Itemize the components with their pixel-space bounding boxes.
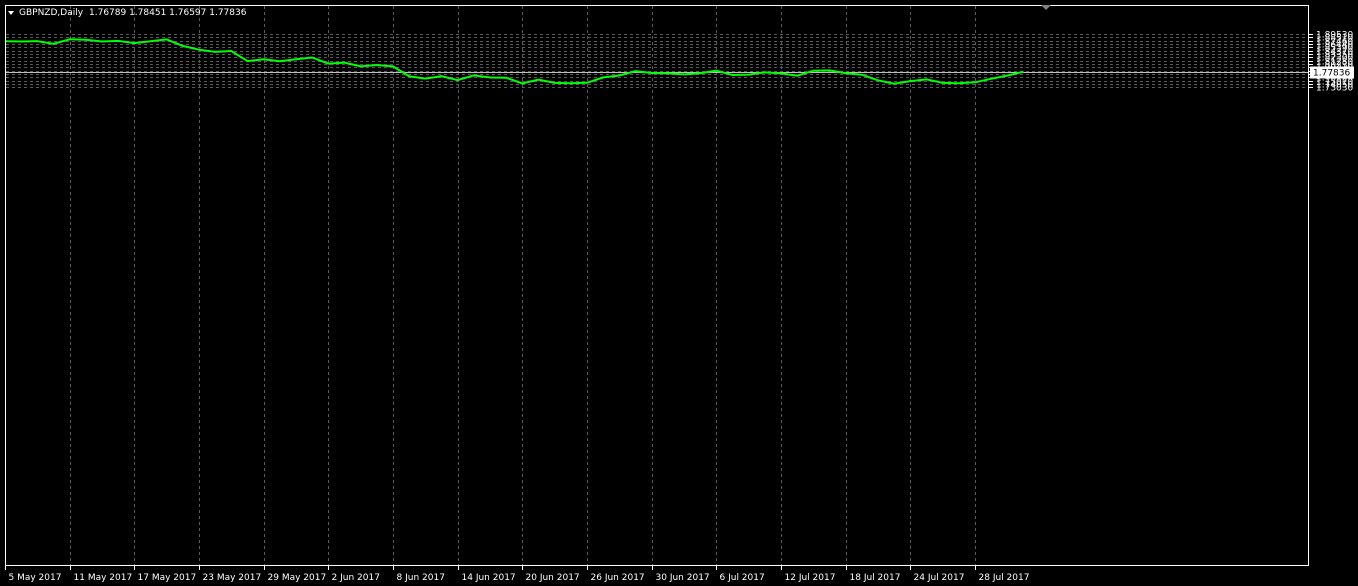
x-tick-label: 29 May 2017 bbox=[268, 573, 327, 583]
ohlc-values: 1.76789 1.78451 1.76597 1.77836 bbox=[89, 8, 247, 18]
chart-header: GBPNZD,Daily 1.76789 1.78451 1.76597 1.7… bbox=[8, 5, 1051, 18]
price-chart[interactable]: 1.895301.885101.874601.864401.853901.843… bbox=[0, 0, 1358, 586]
x-tick-label: 23 May 2017 bbox=[203, 573, 262, 583]
chart-menu-triangle-icon[interactable] bbox=[8, 11, 14, 15]
x-tick-label: 6 Jul 2017 bbox=[720, 573, 765, 583]
symbol-timeframe-label: GBPNZD,Daily bbox=[19, 8, 84, 18]
x-tick-label: 11 May 2017 bbox=[74, 573, 133, 583]
x-axis[interactable]: 5 May 2017 11 May 2017 17 May 2017 23 May 2… bbox=[5, 566, 1030, 583]
current-price-label: 1.77836 bbox=[1313, 69, 1350, 79]
x-tick-label: 18 Jul 2017 bbox=[850, 573, 901, 583]
plot-border bbox=[5, 5, 1309, 566]
x-tick-label: 12 Jul 2017 bbox=[785, 573, 836, 583]
x-tick-label: 5 May 2017 bbox=[9, 573, 62, 583]
x-tick-label: 30 Jun 2017 bbox=[656, 573, 710, 583]
x-tick-label: 14 Jun 2017 bbox=[462, 573, 516, 583]
x-tick-label: 20 Jun 2017 bbox=[526, 573, 580, 583]
shift-marker-icon[interactable] bbox=[1041, 5, 1051, 10]
x-tick-label: 8 Jun 2017 bbox=[397, 573, 445, 583]
y-tick-label: 1.73030 bbox=[1316, 84, 1353, 94]
x-tick-label: 2 Jun 2017 bbox=[332, 573, 380, 583]
x-tick-label: 17 May 2017 bbox=[138, 573, 197, 583]
y-axis[interactable]: 1.895301.885101.874601.864401.853901.843… bbox=[1309, 31, 1354, 94]
x-tick-label: 24 Jul 2017 bbox=[914, 573, 965, 583]
x-tick-label: 28 Jul 2017 bbox=[979, 573, 1030, 583]
grid bbox=[6, 6, 1308, 565]
chart-window[interactable]: 1.89530 1.88510 1.87460 1.86440 1.85390 1.843… bbox=[0, 0, 1358, 586]
x-tick-label: 26 Jun 2017 bbox=[591, 573, 645, 583]
